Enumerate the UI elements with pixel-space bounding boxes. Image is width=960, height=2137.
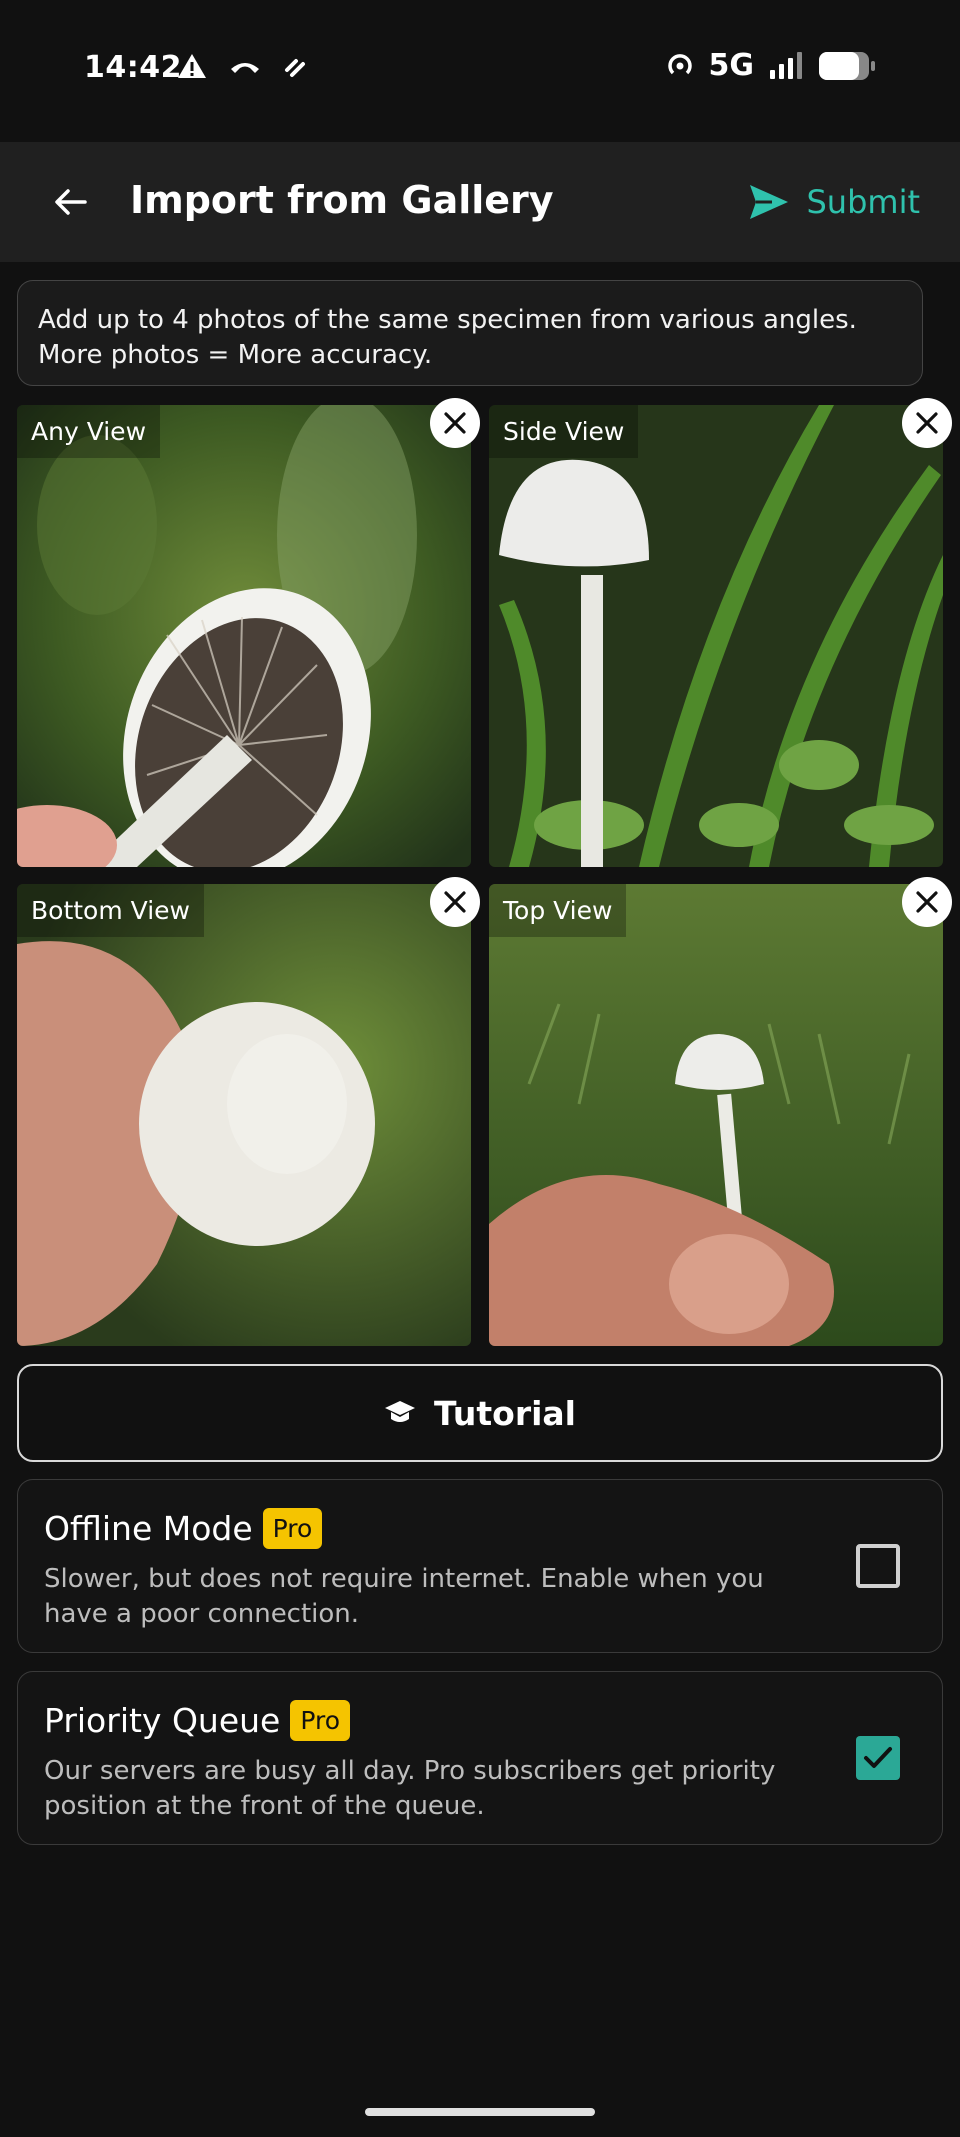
tutorial-button[interactable]: Tutorial [17, 1364, 943, 1462]
option-description: Our servers are busy all day. Pro subscr… [44, 1756, 776, 1821]
status-bar: 14:42 5G [0, 0, 960, 142]
arrow-left-icon [55, 189, 87, 215]
offline-mode-option[interactable]: Offline Mode Pro Slower, but does not re… [17, 1479, 943, 1653]
pro-badge: Pro [262, 1508, 323, 1549]
close-icon [916, 412, 938, 434]
pro-badge: Pro [290, 1700, 351, 1741]
instructions-box: Add up to 4 photos of the same specimen … [17, 280, 923, 386]
submit-label: Submit [806, 183, 920, 221]
photo-tile-top-view[interactable]: Top View [489, 884, 943, 1346]
photo-label: Side View [489, 405, 639, 458]
photo-tile-any-view[interactable]: Any View [17, 405, 471, 867]
mushroom-photo [489, 405, 943, 867]
photo-label: Bottom View [17, 884, 204, 937]
priority-queue-checkbox[interactable] [856, 1736, 900, 1780]
checkmark-icon [864, 1747, 892, 1768]
mushroom-photo [17, 405, 471, 867]
priority-queue-option[interactable]: Priority Queue Pro Our servers are busy … [17, 1671, 943, 1845]
battery-icon [819, 51, 875, 80]
photo-label: Any View [17, 405, 161, 458]
option-title: Priority Queue [44, 1701, 281, 1740]
network-type: 5G [708, 48, 755, 83]
remove-photo-button[interactable] [902, 398, 952, 448]
link-icon [285, 59, 305, 77]
remove-photo-button[interactable] [430, 877, 480, 927]
option-description: Slower, but does not require internet. E… [44, 1564, 764, 1629]
mushroom-photo [489, 884, 943, 1346]
option-title: Offline Mode [44, 1509, 253, 1548]
close-icon [444, 891, 466, 913]
signal-icon [770, 51, 802, 79]
submit-button[interactable]: Submit [748, 172, 920, 232]
hotspot-icon [667, 53, 692, 74]
mushroom-photo [17, 884, 471, 1346]
close-icon [916, 891, 938, 913]
close-icon [444, 412, 466, 434]
send-icon [750, 185, 789, 219]
app-bar: Import from Gallery Submit [0, 142, 960, 262]
status-time: 14:42 [84, 50, 182, 85]
page-title: Import from Gallery [130, 178, 554, 222]
home-indicator[interactable] [365, 2108, 595, 2116]
tutorial-label: Tutorial [434, 1393, 576, 1433]
offline-mode-checkbox[interactable] [856, 1544, 900, 1588]
graduation-cap-icon [385, 1401, 415, 1422]
back-button[interactable] [40, 172, 100, 232]
missed-call-icon [231, 63, 259, 73]
warning-icon [178, 54, 206, 78]
remove-photo-button[interactable] [430, 398, 480, 448]
photo-tile-side-view[interactable]: Side View [489, 405, 943, 867]
photo-tile-bottom-view[interactable]: Bottom View [17, 884, 471, 1346]
photo-label: Top View [489, 884, 627, 937]
remove-photo-button[interactable] [902, 877, 952, 927]
